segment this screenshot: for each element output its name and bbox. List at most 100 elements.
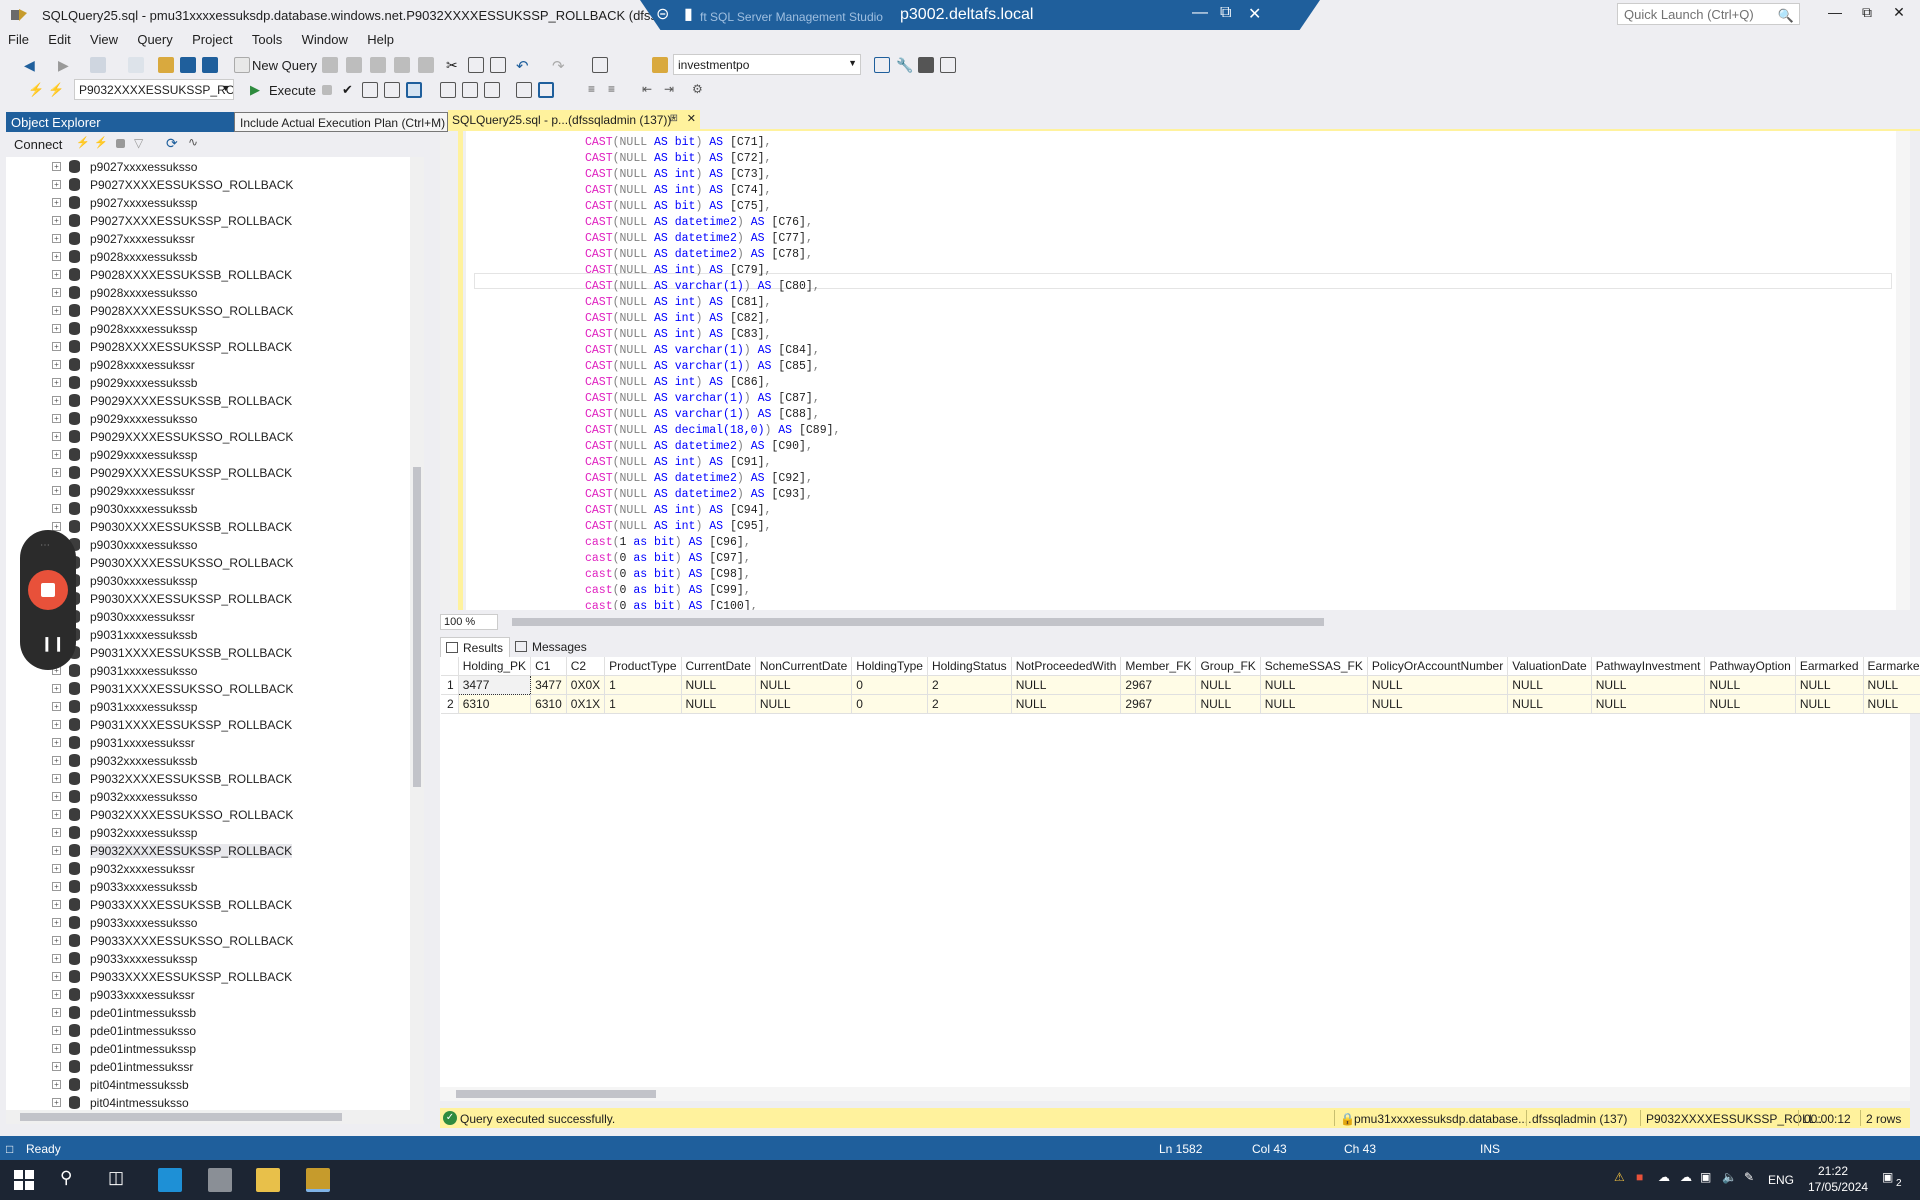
tree-node-database[interactable]: + p9033xxxxessuksso [6,914,416,932]
expand-icon[interactable]: + [52,918,61,927]
new-query-button[interactable]: New Query [252,58,317,73]
minimize-button[interactable]: — [1820,4,1850,26]
expand-icon[interactable]: + [52,180,61,189]
expand-icon[interactable]: + [52,432,61,441]
expand-icon[interactable]: + [52,360,61,369]
expand-icon[interactable]: + [52,252,61,261]
expand-icon[interactable]: + [52,504,61,513]
clock-date[interactable]: 17/05/2024 [1808,1180,1868,1194]
expand-icon[interactable]: + [52,684,61,693]
quick-launch-input[interactable]: Quick Launch (Ctrl+Q) 🔍 [1617,3,1800,25]
cancel-query-icon[interactable] [322,85,332,95]
grid-cell[interactable]: NULL [1591,694,1706,714]
tree-node-database[interactable]: + p9028xxxxessuksso [6,284,416,302]
expand-icon[interactable]: + [52,324,61,333]
grid-cell[interactable]: NULL [1795,675,1864,695]
expand-icon[interactable]: + [52,828,61,837]
tree-node-database[interactable]: + P9032XXXXESSUKSSB_ROLLBACK [6,770,416,788]
volume-icon[interactable]: 🔈 [1722,1170,1737,1184]
table-row[interactable]: 2 6310 6310 0X1X 1 NULL NULL 0 2 NULL 2967 NULL NULL… [441,694,1920,714]
grid-cell[interactable]: NULL [1011,694,1122,714]
live-query-stats-icon[interactable] [440,82,456,98]
expand-icon[interactable]: + [52,810,61,819]
expand-icon[interactable]: + [52,468,61,477]
grid-cell[interactable]: NULL [1011,675,1122,695]
windows-start-icon[interactable] [12,1168,36,1192]
tree-node-database[interactable]: + p9030xxxxessukssb [6,500,416,518]
tree-node-database[interactable]: + p9027xxxxessukssr [6,230,416,248]
tree-node-database[interactable]: + P9029XXXXESSUKSSP_ROLLBACK [6,464,416,482]
tree-node-database[interactable]: + P9032XXXXESSUKSSP_ROLLBACK [6,842,416,860]
tree-node-database[interactable]: + P9028XXXXESSUKSSB_ROLLBACK [6,266,416,284]
grid-cell[interactable]: NULL [1507,675,1592,695]
expand-icon[interactable]: + [52,882,61,891]
tree-node-database[interactable]: + p9032xxxxessuksso [6,788,416,806]
menu-help[interactable]: Help [359,30,402,49]
client-statistics-icon[interactable] [462,82,478,98]
tree-node-database[interactable]: + P9033XXXXESSUKSSB_ROLLBACK [6,896,416,914]
tree-node-database[interactable]: + pde01intmessuksso [6,1022,416,1040]
grid-cell[interactable]: NULL [1195,694,1261,714]
grid-corner[interactable] [441,657,459,676]
connect-icon[interactable]: ⚡ [76,136,92,152]
back-icon[interactable]: ◀ [24,57,40,73]
menu-view[interactable]: View [82,30,126,49]
security-warning-icon[interactable]: ⚠ [1614,1170,1625,1184]
expand-icon[interactable]: + [52,1098,61,1107]
ssms-taskbar-icon[interactable] [306,1168,330,1192]
execute-icon[interactable]: ▶ [250,82,266,98]
xmla-query-icon[interactable] [394,57,410,73]
rd-minimize-button[interactable]: — [1192,4,1208,22]
grid-cell[interactable]: NULL [1863,694,1920,714]
query-options-icon[interactable] [384,82,400,98]
grid-cell[interactable]: 0X1X [566,694,606,714]
notification-icon[interactable]: ▣ [1882,1170,1893,1184]
expand-icon[interactable]: + [52,450,61,459]
grid-column-header[interactable]: CurrentDate [681,657,756,676]
expand-icon[interactable]: + [52,1080,61,1089]
expand-icon[interactable]: + [52,1008,61,1017]
expand-icon[interactable]: + [52,1026,61,1035]
expand-icon[interactable]: + [52,288,61,297]
grid-cell[interactable]: 6310 [458,694,532,714]
expand-icon[interactable]: + [52,306,61,315]
tab-results[interactable]: Results [440,637,511,657]
results-to-file-icon[interactable] [538,82,554,98]
task-view-icon[interactable]: ◫ [108,1168,132,1192]
grid-cell[interactable]: 0 [851,694,928,714]
grid-column-header[interactable]: SchemeSSAS_FK [1260,657,1368,676]
grid-column-header[interactable]: PolicyOrAccountNumber [1367,657,1509,676]
tree-node-database[interactable]: + P9027XXXXESSUKSSP_ROLLBACK [6,212,416,230]
tree-node-database[interactable]: + p9033xxxxessukssb [6,878,416,896]
execute-button[interactable]: Execute [269,83,316,98]
grid-cell[interactable]: NULL [755,694,853,714]
grid-column-header[interactable]: NotProceededWith [1011,657,1122,676]
output-window-icon[interactable]: □ [6,1142,13,1156]
grid-cell[interactable]: 0 [851,675,928,695]
available-databases-combo[interactable]: P9032XXXXESSUKSSP_ROLL ▼ [74,79,234,100]
expand-icon[interactable]: + [52,216,61,225]
redo-icon[interactable]: ↷ [552,57,568,75]
grid-cell[interactable]: 2 [927,694,1012,714]
results-to-text-icon[interactable] [484,82,500,98]
uncomment-icon[interactable]: ≡ [608,82,624,98]
grid-cell[interactable]: NULL [1704,675,1796,695]
tree-node-database[interactable]: + p9032xxxxessukssr [6,860,416,878]
tree-node-database[interactable]: + P9031XXXXESSUKSSP_ROLLBACK [6,716,416,734]
find-combo[interactable]: investmentpo ▼ [673,54,861,75]
scrollbar-thumb[interactable] [456,1090,656,1098]
expand-icon[interactable]: + [52,198,61,207]
tree-node-database[interactable]: + P9029XXXXESSUKSSB_ROLLBACK [6,392,416,410]
tree-node-database[interactable]: + P9030XXXXESSUKSSB_ROLLBACK [6,518,416,536]
object-explorer-vscrollbar[interactable] [410,157,424,1110]
tree-node-database[interactable]: + P9029XXXXESSUKSSO_ROLLBACK [6,428,416,446]
disconnect-icon[interactable]: ⚡ [94,136,110,152]
expand-icon[interactable]: + [52,720,61,729]
tree-node-database[interactable]: + p9032xxxxessukssb [6,752,416,770]
grid-column-header[interactable]: ProductType [604,657,682,676]
expand-icon[interactable]: + [52,162,61,171]
specify-values-icon[interactable]: ⚙ [692,82,708,98]
pen-icon[interactable]: ✎ [1744,1170,1754,1184]
grid-column-header[interactable]: Earmarked [1863,657,1920,676]
db-engine-query-icon[interactable] [322,57,338,73]
